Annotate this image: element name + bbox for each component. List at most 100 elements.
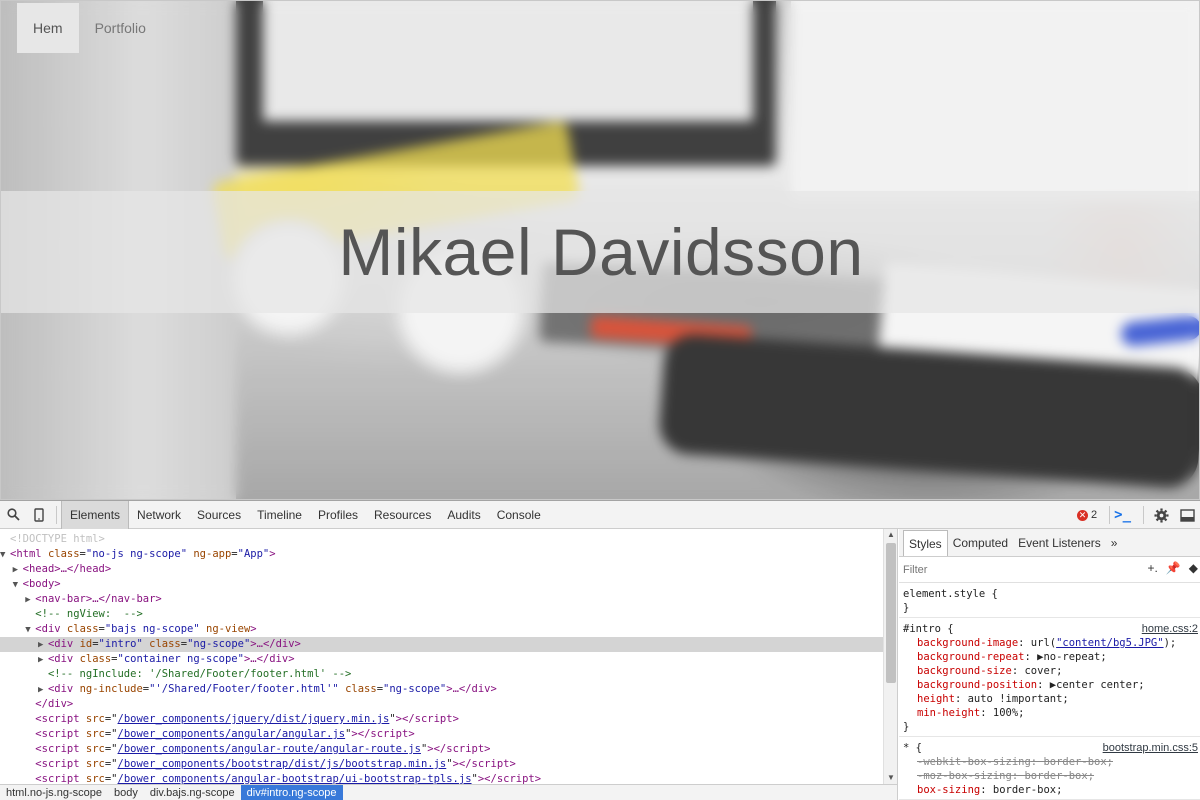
tab-styles[interactable]: Styles — [903, 529, 948, 556]
color-format-icon[interactable]: ◆ — [1189, 561, 1198, 575]
toolbar-divider — [56, 505, 57, 524]
tab-audits[interactable]: Audits — [439, 501, 488, 529]
expand-triangle-icon[interactable]: ▼ — [0, 548, 10, 563]
tree-row-script[interactable]: <script src="/bower_components/jquery/di… — [0, 712, 897, 727]
breadcrumb-item-active[interactable]: div#intro.ng-scope — [240, 785, 343, 800]
tree-row-div-bajs[interactable]: ▼ <div class="bajs ng-scope" ng-view> — [0, 622, 897, 637]
nav-item-hem[interactable]: Hem — [17, 3, 79, 53]
css-rule-intro: #intro { home.css:2 background-image: ur… — [899, 618, 1200, 737]
css-declaration[interactable]: background-image: url("content/bg5.JPG")… — [903, 636, 1196, 650]
doctype-text: <!DOCTYPE html> — [10, 533, 105, 545]
script-src-link[interactable]: /bower_components/angular-route/angular-… — [118, 743, 421, 755]
collapsed-triangle-icon[interactable]: ▶ — [13, 563, 23, 578]
tag-end: > — [250, 623, 257, 635]
script-src-link[interactable]: /bower_components/angular/angular.js — [118, 728, 346, 740]
tree-row-script[interactable]: <script src="/bower_components/bootstrap… — [0, 757, 897, 772]
dom-tree: <!DOCTYPE html> ▼ <html class="no-js ng-s… — [0, 529, 897, 787]
css-declaration[interactable]: min-height: 100%; — [903, 706, 1196, 720]
tree-row-script[interactable]: <script src="/bower_components/angular-r… — [0, 742, 897, 757]
inspect-element-icon[interactable] — [0, 502, 26, 528]
css-rule-universal: * { bootstrap.min.css:5 -webkit-box-sizi… — [899, 737, 1200, 800]
tab-network[interactable]: Network — [129, 501, 189, 529]
tab-computed[interactable]: Computed — [948, 530, 1013, 556]
toggle-element-state-icon[interactable]: 📌 — [1166, 561, 1181, 575]
tab-event-listeners[interactable]: Event Listeners — [1013, 530, 1106, 556]
attr-value: "ng-scope" — [383, 683, 447, 695]
rule-close: } — [903, 721, 910, 733]
tree-row-head[interactable]: ▶ <head>…</head> — [0, 562, 897, 577]
styles-filter-bar: +. 📌 ◆ — [899, 557, 1200, 583]
collapsed-triangle-icon[interactable]: ▶ — [38, 683, 48, 698]
css-declaration-overridden[interactable]: -moz-box-sizing: border-box; — [903, 769, 1196, 783]
element-style-rule: element.style { } — [899, 583, 1200, 618]
css-url-link[interactable]: "content/bg5.JPG" — [1056, 637, 1163, 649]
tree-row-doctype[interactable]: <!DOCTYPE html> — [0, 532, 897, 547]
script-src-link[interactable]: /bower_components/jquery/dist/jquery.min… — [118, 713, 390, 725]
tree-row-navbar[interactable]: ▶ <nav-bar>…</nav-bar> — [0, 592, 897, 607]
error-count[interactable]: 2 — [1091, 509, 1097, 521]
tree-row-comment[interactable]: <!-- ngView: --> — [0, 607, 897, 622]
tree-row-div-close[interactable]: </div> — [0, 697, 897, 712]
collapsed-triangle-icon[interactable]: ▶ — [25, 593, 35, 608]
attr-name: ng-app — [193, 548, 232, 560]
tab-console[interactable]: Console — [489, 501, 549, 529]
tree-row-script[interactable]: <script src="/bower_components/angular/a… — [0, 727, 897, 742]
rule-source-link[interactable]: bootstrap.min.css:5 — [1103, 741, 1198, 755]
script-src-link[interactable]: /bower_components/bootstrap/dist/js/boot… — [118, 758, 447, 770]
css-declaration[interactable]: background-repeat: ▶no-repeat; — [903, 650, 1196, 664]
styles-rules: element.style { } #intro { home.css:2 ba… — [899, 583, 1200, 800]
settings-gear-icon[interactable] — [1148, 502, 1174, 528]
expand-triangle-icon[interactable]: ▼ — [25, 623, 35, 638]
nav-item-portfolio[interactable]: Portfolio — [79, 3, 162, 53]
tree-row-div-intro[interactable]: ▶ <div id="intro" class="ng-scope">…</div… — [0, 637, 897, 652]
collapsed-triangle-icon[interactable]: ▶ — [38, 638, 48, 653]
breadcrumb-item[interactable]: body — [108, 785, 144, 800]
device-mode-icon[interactable] — [26, 502, 52, 528]
breadcrumb: html.no-js.ng-scope body div.bajs.ng-sco… — [0, 784, 897, 800]
css-declaration[interactable]: box-sizing: border-box; — [903, 783, 1196, 797]
rule-selector[interactable]: element.style { — [903, 587, 1196, 601]
attr-name: class — [149, 638, 181, 650]
attr-name: class — [66, 623, 99, 635]
collapsed-triangle-icon[interactable]: ▶ — [38, 653, 48, 668]
attr-name: class — [345, 683, 377, 695]
attr-value: "intro" — [98, 638, 143, 650]
tag-end: >…</div> — [446, 683, 497, 695]
console-drawer-icon[interactable]: >_ — [1114, 507, 1131, 523]
devtools-body: <!DOCTYPE html> ▼ <html class="no-js ng-s… — [0, 529, 1200, 800]
tab-elements[interactable]: Elements — [61, 500, 130, 529]
tag-name: <html — [10, 548, 42, 560]
scroll-up-icon[interactable]: ▲ — [884, 529, 897, 541]
dock-side-icon[interactable] — [1174, 502, 1200, 528]
scroll-down-icon[interactable]: ▼ — [884, 772, 897, 784]
tab-resources[interactable]: Resources — [366, 501, 439, 529]
tree-row-div-footer[interactable]: ▶ <div ng-include="'/Shared/Footer/footer… — [0, 682, 897, 697]
tree-row-body[interactable]: ▼ <body> — [0, 577, 897, 592]
intro-band: Mikael Davidsson — [1, 191, 1199, 313]
elements-scrollbar[interactable]: ▲ ▼ — [883, 529, 897, 784]
breadcrumb-item[interactable]: html.no-js.ng-scope — [0, 785, 108, 800]
styles-filter-input[interactable] — [903, 563, 1103, 576]
scrollbar-thumb[interactable] — [886, 543, 896, 683]
css-declaration-overridden[interactable]: -webkit-box-sizing: border-box; — [903, 755, 1196, 769]
css-declaration[interactable]: background-position: ▶center center; — [903, 678, 1196, 692]
devtools-toolbar: Elements Network Sources Timeline Profil… — [0, 500, 1200, 529]
css-declaration[interactable]: background-size: cover; — [903, 664, 1196, 678]
tab-timeline[interactable]: Timeline — [249, 501, 310, 529]
attr-name: id — [79, 638, 93, 650]
attr-name: class — [47, 548, 80, 560]
rule-source-link[interactable]: home.css:2 — [1142, 622, 1198, 636]
breadcrumb-item[interactable]: div.bajs.ng-scope — [144, 785, 241, 800]
new-style-rule-icon[interactable]: +. — [1147, 561, 1157, 575]
tree-row-comment[interactable]: <!-- ngInclude: '/Shared/Footer/footer.h… — [0, 667, 897, 682]
tag-name: <head>…</head> — [22, 563, 112, 575]
tab-sources[interactable]: Sources — [189, 501, 249, 529]
css-declaration[interactable]: height: auto !important; — [903, 692, 1196, 706]
tree-row-div-container[interactable]: ▶ <div class="container ng-scope">…</div> — [0, 652, 897, 667]
comment-text: <!-- ngInclude: '/Shared/Footer/footer.h… — [47, 668, 352, 680]
error-icon[interactable]: ✕ — [1077, 509, 1089, 521]
more-tabs-icon[interactable]: » — [1106, 530, 1123, 556]
tree-row-html[interactable]: ▼ <html class="no-js ng-scope" ng-app="Ap… — [0, 547, 897, 562]
tab-profiles[interactable]: Profiles — [310, 501, 366, 529]
expand-triangle-icon[interactable]: ▼ — [13, 578, 23, 593]
